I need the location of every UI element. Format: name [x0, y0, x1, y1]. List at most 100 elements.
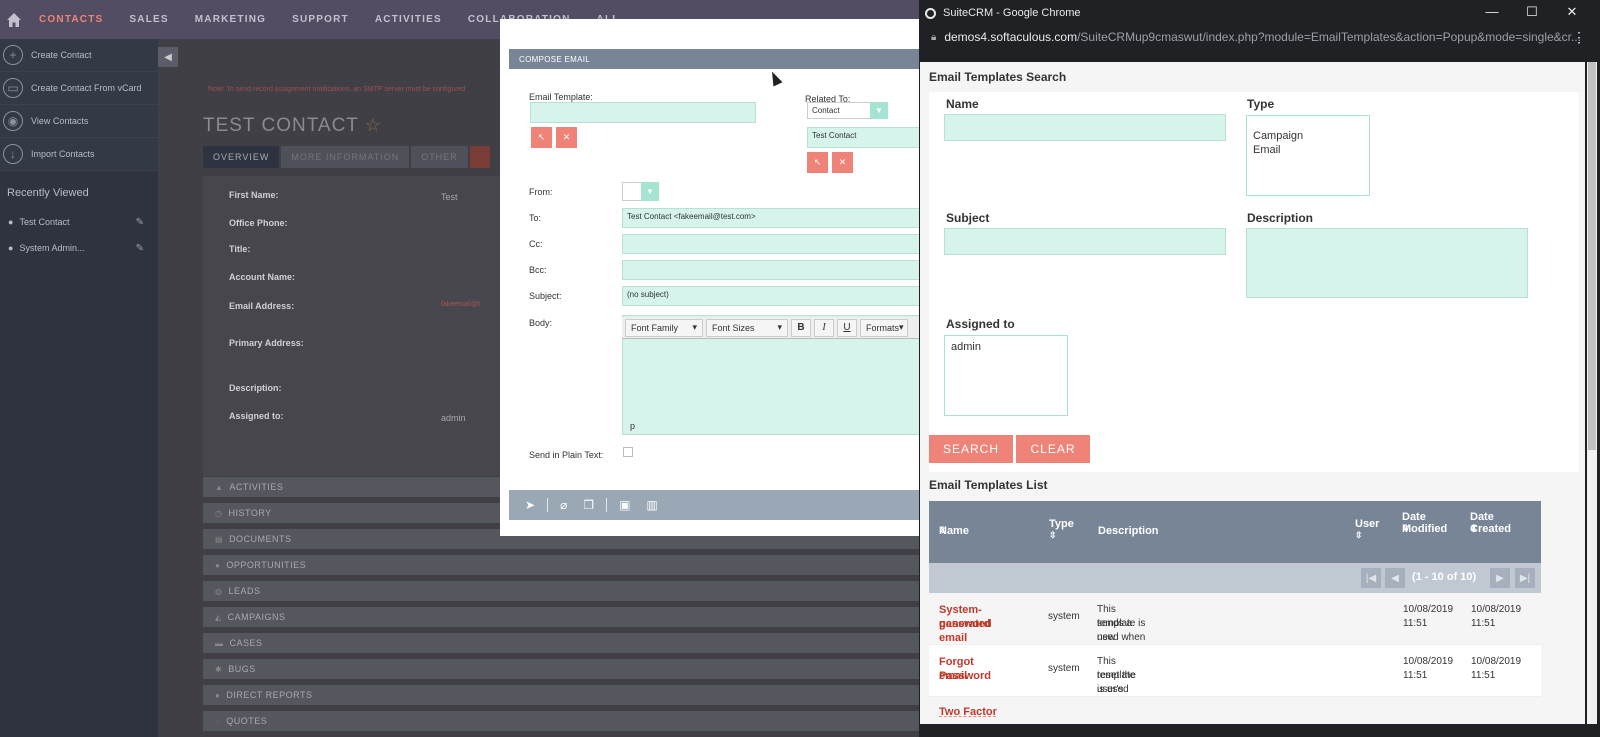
more-icon[interactable]: ⋮ [1572, 29, 1586, 46]
clear-related-button[interactable]: ✕ [832, 152, 853, 173]
date-line: 10/08/2019 [1471, 604, 1522, 615]
subpanel-quotes[interactable]: ◌ QUOTES [203, 711, 1023, 731]
subpanel-direct-reports[interactable]: ● DIRECT REPORTS [203, 685, 1023, 705]
field-label: Primary Address: [229, 338, 304, 348]
type-option-campaign[interactable]: Campaign [1253, 129, 1363, 143]
col-type-label: Type [1049, 518, 1074, 530]
assigned-option-admin[interactable]: admin [951, 340, 1061, 354]
type-option-email[interactable]: Email [1253, 143, 1363, 157]
save-draft-icon[interactable]: ▣ [619, 498, 630, 512]
formats-select[interactable]: Formats ▾ [860, 318, 908, 337]
tab-actions[interactable] [469, 146, 490, 168]
related-type-select[interactable]: Contact [807, 102, 879, 119]
search-button[interactable]: SEARCH [929, 435, 1013, 463]
assigned-to-listbox[interactable]: admin [944, 335, 1068, 416]
scrollbar-thumb[interactable] [1588, 62, 1596, 450]
create-vcard-action[interactable]: ▭ Create Contact From vCard [0, 72, 158, 105]
address-bar[interactable]: 🔒︎ demos4.softaculous.com /SuiteCRMup9cm… [919, 26, 1600, 48]
maximize-icon[interactable]: ☐ [1512, 4, 1552, 20]
plain-text-checkbox[interactable] [623, 447, 633, 457]
select-template-button[interactable]: ↖ [531, 127, 552, 148]
tab-other[interactable]: OTHER [411, 146, 468, 168]
to-label: To: [529, 213, 542, 223]
italic-button[interactable]: I [814, 318, 834, 337]
subpanel-leads[interactable]: ◍ LEADS [203, 581, 1023, 601]
subject-input[interactable] [944, 228, 1226, 255]
type-listbox[interactable]: Campaign Email [1246, 115, 1370, 196]
field-value-assigned: admin [441, 413, 466, 423]
cc-input[interactable] [622, 234, 920, 254]
prev-page-icon[interactable]: ◀ [1385, 568, 1405, 588]
template-name-link[interactable]: Two Factor [939, 705, 997, 719]
edit-icon[interactable]: ✎ [136, 217, 144, 228]
subpanel-bugs[interactable]: ✱ BUGS [203, 659, 1023, 679]
time-line: 11:51 [1403, 670, 1428, 681]
underline-button[interactable]: U [837, 318, 857, 337]
side-action-label: View Contacts [31, 116, 89, 126]
home-icon[interactable] [2, 8, 26, 32]
recently-viewed-title: Recently Viewed [7, 187, 89, 199]
tab-overview[interactable]: OVERVIEW [203, 146, 280, 168]
trash-icon[interactable]: ▥ [646, 498, 657, 512]
first-page-icon[interactable]: |◀ [1361, 568, 1381, 588]
divider [547, 498, 549, 512]
subpanel-label: DOCUMENTS [229, 534, 292, 544]
template-type: system [1048, 611, 1080, 622]
last-page-icon[interactable]: ▶| [1515, 568, 1535, 588]
tab-more-information[interactable]: MORE INFORMATION [281, 146, 410, 168]
subpanel-opportunities[interactable]: ● OPPORTUNITIES [203, 555, 1023, 575]
table-row[interactable]: Forgot Password email system This templat… [929, 645, 1541, 723]
collapse-sidebar-icon[interactable]: ◀ [158, 47, 178, 67]
to-input[interactable]: Test Contact <fakeemail@test.com> [622, 208, 920, 228]
select-related-button[interactable]: ↖ [807, 152, 828, 173]
description-textarea[interactable] [1246, 228, 1528, 298]
subpanel-cases[interactable]: ▬ CASES [203, 633, 1023, 653]
related-to-input[interactable]: Test Contact [807, 127, 920, 148]
close-icon[interactable]: ✕ [1552, 4, 1592, 20]
email-template-input[interactable] [530, 102, 756, 123]
recent-item-test-contact[interactable]: ● Test Contact ✎ [0, 209, 158, 235]
bold-button[interactable]: B [791, 318, 811, 337]
subject-input[interactable]: (no subject) [622, 286, 920, 306]
next-page-icon[interactable]: ▶ [1490, 568, 1510, 588]
view-contacts-action[interactable]: ◉ View Contacts [0, 105, 158, 138]
name-line: email [939, 670, 968, 682]
font-sizes-select[interactable]: Font Sizes ▾ [706, 318, 788, 337]
font-family-select[interactable]: Font Family ▾ [625, 318, 703, 337]
search-panel: Name Type Campaign Email Subject Descrip… [929, 92, 1579, 472]
recent-item-system-admin[interactable]: ● System Admin... ✎ [0, 235, 158, 261]
nav-support[interactable]: SUPPORT [279, 14, 362, 25]
send-icon[interactable]: ➤ [525, 498, 535, 512]
table-row[interactable]: System-generated password email system Th… [929, 593, 1541, 671]
name-line: password email [939, 618, 991, 644]
nav-contacts[interactable]: CONTACTS [26, 14, 116, 25]
import-contacts-action[interactable]: ↓ Import Contacts [0, 138, 158, 171]
col-date-modified[interactable]: Date Modified ⇳ [1402, 511, 1462, 535]
field-value-email[interactable]: fakeemail@t [441, 301, 480, 308]
favorite-star-icon[interactable]: ☆ [365, 115, 382, 135]
bcc-input[interactable] [622, 260, 920, 280]
field-label: Office Phone: [229, 218, 288, 228]
col-date-created[interactable]: Date Created ⬍ [1470, 511, 1530, 535]
detail-tabs: OVERVIEW MORE INFORMATION OTHER [203, 146, 492, 168]
edit-icon[interactable]: ✎ [136, 243, 144, 254]
plain-text-label: Send in Plain Text: [529, 450, 604, 460]
create-contact-action[interactable]: + Create Contact [0, 39, 158, 72]
cc-label: Cc: [529, 239, 543, 249]
clear-button[interactable]: CLEAR [1016, 435, 1090, 463]
copy-icon[interactable]: ❐ [583, 498, 594, 512]
nav-activities[interactable]: ACTIVITIES [362, 14, 455, 25]
minimize-icon[interactable]: — [1472, 4, 1512, 20]
chevron-down-icon[interactable]: ▼ [870, 102, 888, 119]
name-input[interactable] [944, 114, 1226, 141]
table-row[interactable]: Two Factor [929, 697, 1541, 724]
clear-template-button[interactable]: ✕ [556, 127, 577, 148]
chevron-down-icon[interactable]: ▼ [641, 182, 659, 201]
subpanel-campaigns[interactable]: ◭ CAMPAIGNS [203, 607, 1023, 627]
popup-scrollbar[interactable] [1587, 62, 1597, 724]
nav-sales[interactable]: SALES [116, 14, 181, 25]
subpanel-label: ACTIVITIES [229, 482, 284, 492]
nav-marketing[interactable]: MARKETING [182, 14, 279, 25]
compose-email-modal: COMPOSE EMAIL Email Template: ↖ ✕ Relate… [500, 19, 929, 536]
attachment-icon[interactable]: ⌀ [560, 498, 567, 512]
